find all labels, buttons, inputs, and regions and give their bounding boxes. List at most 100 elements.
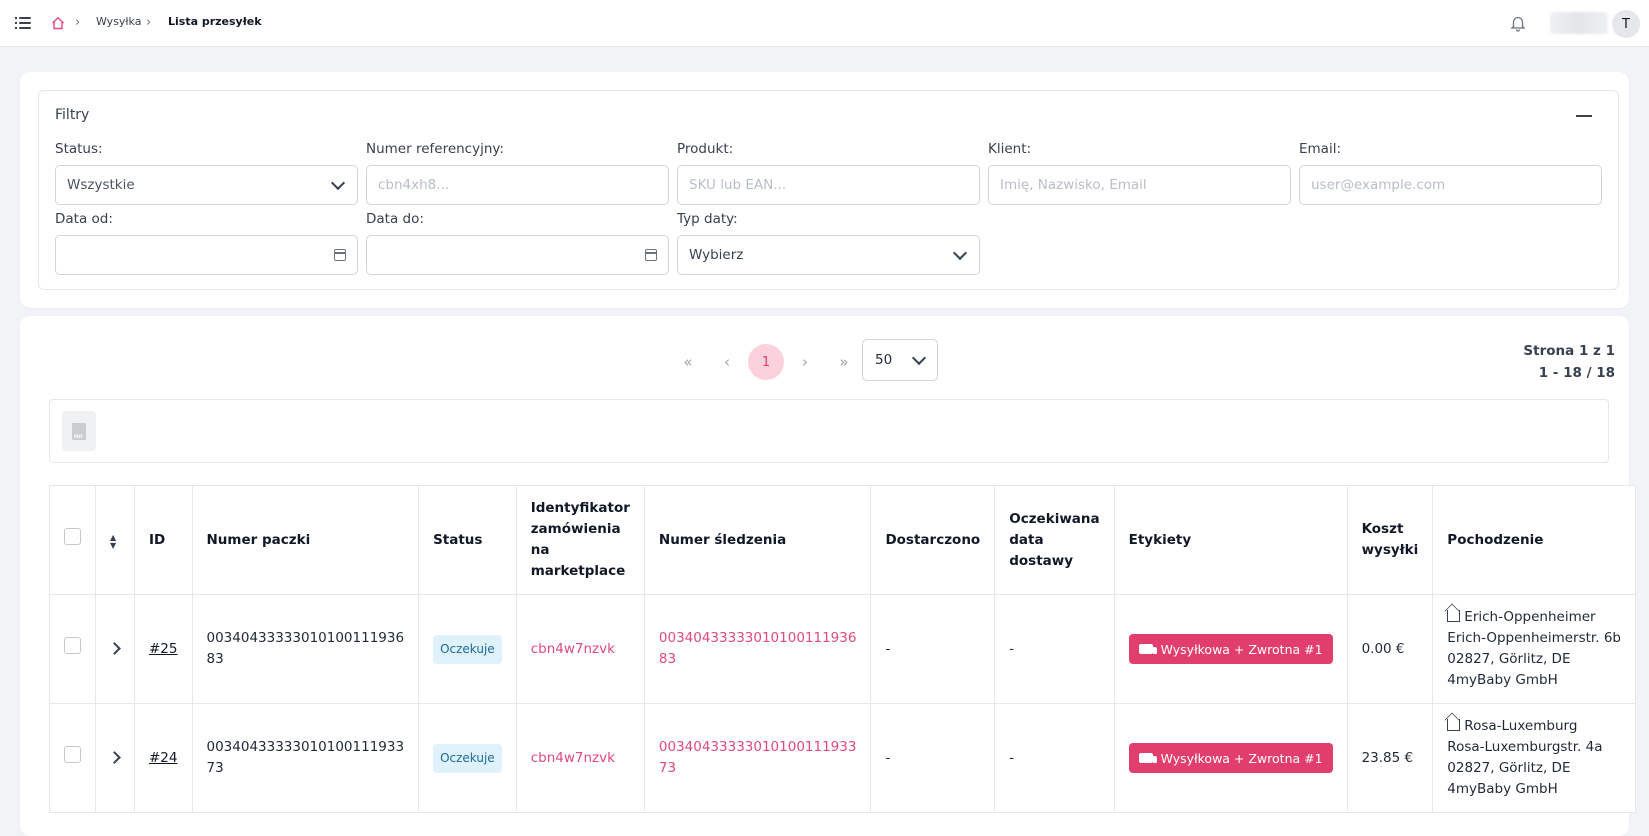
bulk-actions-bar xyxy=(49,399,1609,463)
shipments-card: « ‹ 1 › » 50 Strona 1 z 1 1 - 18 / 18 ID… xyxy=(20,316,1636,836)
date-from-field[interactable] xyxy=(55,235,358,275)
menu-icon[interactable] xyxy=(15,15,31,31)
header-id[interactable]: ID xyxy=(134,485,193,595)
date-type-select[interactable]: Wybierz xyxy=(677,235,980,275)
filters-card: Filtry Status: Wszystkie Numer referency… xyxy=(20,72,1629,308)
truck-icon xyxy=(1138,644,1157,654)
row-status-cell: Oczekuje xyxy=(418,594,517,704)
cost-value: 23.85 € xyxy=(1346,703,1434,813)
email-field[interactable] xyxy=(1299,165,1602,205)
product-label: Produkt: xyxy=(677,141,734,157)
chevron-right-icon[interactable] xyxy=(108,750,121,764)
avatar[interactable]: T xyxy=(1612,10,1640,38)
select-all-checkbox[interactable] xyxy=(64,528,81,545)
date-to-field[interactable] xyxy=(366,235,669,275)
chevron-down-icon xyxy=(952,245,968,260)
reference-label: Numer referencyjny: xyxy=(366,141,504,157)
header-marketplace-id[interactable]: Identyfikator zamówienia na marketplace xyxy=(515,485,645,595)
header-status[interactable]: Status xyxy=(418,485,517,595)
status-label: Status: xyxy=(55,141,103,157)
email-label: Email: xyxy=(1299,141,1342,157)
reference-field[interactable] xyxy=(366,165,669,205)
expand-collapse-icon[interactable] xyxy=(110,527,120,556)
date-type-value: Wybierz xyxy=(689,247,744,263)
first-page-icon[interactable]: « xyxy=(670,344,706,380)
home-icon[interactable] xyxy=(51,16,65,30)
calendar-icon[interactable] xyxy=(334,249,346,261)
client-label: Klient: xyxy=(988,141,1032,157)
pdf-export-button[interactable] xyxy=(62,411,96,451)
per-page-select[interactable]: 50 xyxy=(862,339,938,381)
bell-icon[interactable] xyxy=(1509,14,1527,32)
header-tracking[interactable]: Numer śledzenia xyxy=(643,485,872,595)
client-field[interactable] xyxy=(988,165,1291,205)
row-select-cell xyxy=(49,703,96,813)
breadcrumb-item[interactable]: Wysyłka xyxy=(96,15,141,28)
truck-icon xyxy=(1138,753,1157,763)
filters-panel: Filtry Status: Wszystkie Numer referency… xyxy=(38,90,1619,290)
reference-input[interactable] xyxy=(378,177,657,193)
user-name-blurred[interactable] xyxy=(1550,12,1608,34)
delivered-value: - xyxy=(870,594,996,704)
row-status-cell: Oczekuje xyxy=(418,703,517,813)
product-input[interactable] xyxy=(689,177,968,193)
prev-page-icon[interactable]: ‹ xyxy=(709,344,745,380)
shipment-id-link[interactable]: #25 xyxy=(149,641,178,657)
status-select[interactable]: Wszystkie xyxy=(55,165,358,205)
page-info: Strona 1 z 1 1 - 18 / 18 xyxy=(1523,340,1615,384)
select-all-cell xyxy=(49,485,96,595)
header-expected[interactable]: Oczekiwana data dostawy xyxy=(994,485,1115,595)
header-delivered[interactable]: Dostarczono xyxy=(870,485,996,595)
next-page-icon[interactable]: › xyxy=(787,344,823,380)
origin-city: 02827, Görlitz, DE xyxy=(1447,760,1571,776)
table-header-row: ID Numer paczki Status Identyfikator zam… xyxy=(49,485,1636,595)
product-field[interactable] xyxy=(677,165,980,205)
date-to-label: Data do: xyxy=(366,211,424,227)
email-input[interactable] xyxy=(1311,177,1590,193)
row-expand-cell xyxy=(95,594,135,704)
marketplace-order-link[interactable]: cbn4w7nzvk xyxy=(531,750,615,766)
shipping-label-text: Wysyłkowa + Zwrotna #1 xyxy=(1160,641,1323,657)
breadcrumb-current: Lista przesyłek xyxy=(168,15,262,28)
row-marketplace-cell: cbn4w7nzvk xyxy=(515,594,645,704)
status-badge: Oczekuje xyxy=(433,634,502,664)
marketplace-order-link[interactable]: cbn4w7nzvk xyxy=(531,641,615,657)
tracking-link[interactable]: 00340433333010100111936 83 xyxy=(659,630,857,667)
tracking-link[interactable]: 00340433333010100111933 73 xyxy=(659,739,857,776)
shipping-label-button[interactable]: Wysyłkowa + Zwrotna #1 xyxy=(1128,634,1333,664)
row-marketplace-cell: cbn4w7nzvk xyxy=(515,703,645,813)
header-cost[interactable]: Koszt wysyłki xyxy=(1346,485,1434,595)
page-button[interactable]: 1 xyxy=(748,344,784,380)
expected-value: - xyxy=(994,703,1115,813)
date-from-label: Data od: xyxy=(55,211,113,227)
header-package-number[interactable]: Numer paczki xyxy=(191,485,420,595)
row-tracking-cell: 00340433333010100111936 83 xyxy=(643,594,872,704)
collapse-icon[interactable] xyxy=(1576,115,1592,117)
shipping-label-text: Wysyłkowa + Zwrotna #1 xyxy=(1160,750,1323,766)
row-origin-cell: Erich-Oppenheimer Erich-Oppenheimerstr. … xyxy=(1432,594,1636,704)
row-tracking-cell: 00340433333010100111933 73 xyxy=(643,703,872,813)
row-id-cell: #24 xyxy=(134,703,193,813)
row-expand-cell xyxy=(95,703,135,813)
origin-company: 4myBaby GmbH xyxy=(1447,781,1558,797)
row-origin-cell: Rosa-Luxemburg Rosa-Luxemburgstr. 4a 028… xyxy=(1432,703,1636,813)
per-page-value: 50 xyxy=(875,352,893,368)
shipment-id-link[interactable]: #24 xyxy=(149,750,178,766)
last-page-icon[interactable]: » xyxy=(826,344,862,380)
chevron-right-icon[interactable] xyxy=(108,641,121,655)
calendar-icon[interactable] xyxy=(645,249,657,261)
date-type-label: Typ daty: xyxy=(677,211,738,227)
status-badge: Oczekuje xyxy=(433,743,502,773)
client-input[interactable] xyxy=(1000,177,1279,193)
row-labels-cell: Wysyłkowa + Zwrotna #1 xyxy=(1113,703,1348,813)
pdf-icon xyxy=(72,422,86,440)
row-checkbox[interactable] xyxy=(64,637,81,654)
row-id-cell: #25 xyxy=(134,594,193,704)
row-checkbox[interactable] xyxy=(64,746,81,763)
shipping-label-button[interactable]: Wysyłkowa + Zwrotna #1 xyxy=(1128,743,1333,773)
breadcrumb-separator-icon: › xyxy=(75,15,81,30)
pagination: « ‹ 1 › » xyxy=(670,342,865,382)
filters-title: Filtry xyxy=(55,107,90,123)
package-number: 00340433333010100111936 83 xyxy=(191,594,420,704)
origin-company: 4myBaby GmbH xyxy=(1447,672,1558,688)
